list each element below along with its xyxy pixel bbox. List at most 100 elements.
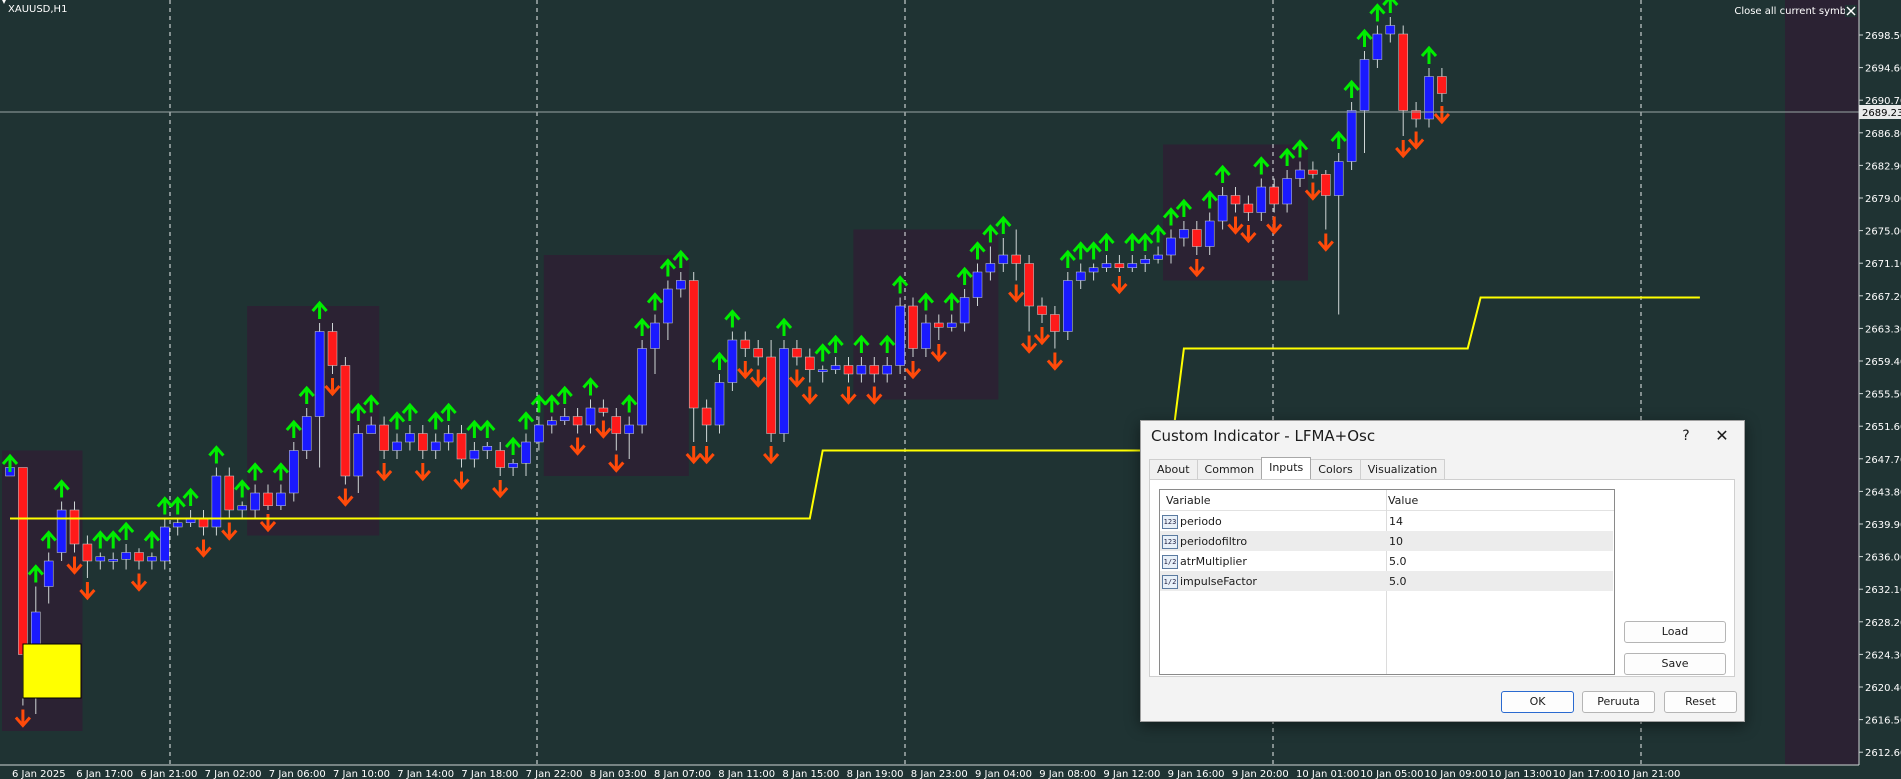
price-label: 2636.00	[1865, 553, 1901, 564]
candle-body	[1153, 254, 1163, 260]
right-shaded-zone	[1785, 0, 1859, 765]
dialog-tabs: About Common Inputs Colors Visualization	[1149, 457, 1446, 480]
param-value[interactable]: 5.0	[1389, 575, 1407, 588]
reset-button[interactable]: Reset	[1664, 691, 1737, 713]
candle-body	[611, 416, 622, 434]
tab-inputs[interactable]: Inputs	[1261, 457, 1312, 480]
symbol-label: XAUUSD,H1	[8, 4, 67, 15]
buy-arrow	[1343, 79, 1360, 98]
param-row[interactable]: 1/2 atrMultiplier 5.0	[1160, 551, 1613, 571]
load-button[interactable]: Load	[1624, 621, 1726, 643]
close-icon[interactable]: ✕	[1707, 425, 1737, 447]
param-value[interactable]: 10	[1389, 535, 1403, 548]
price-label: 2624.30	[1865, 650, 1901, 661]
buy-arrow	[1330, 130, 1347, 149]
candle-body	[1204, 220, 1215, 247]
sell-arrow	[737, 361, 754, 380]
buy-arrow	[1072, 241, 1089, 260]
time-label: 9 Jan 04:00	[975, 769, 1032, 779]
candle-body	[1024, 263, 1034, 307]
time-label: 10 Jan 09:00	[1424, 769, 1487, 779]
cancel-button[interactable]: Peruuta	[1582, 691, 1655, 713]
sell-arrow	[195, 539, 212, 558]
tab-common[interactable]: Common	[1196, 459, 1263, 480]
time-label: 7 Jan 10:00	[333, 769, 390, 779]
price-label: 2655.50	[1865, 390, 1901, 401]
sell-arrow	[453, 471, 470, 490]
buy-arrow	[466, 419, 483, 438]
time-label: 8 Jan 23:00	[911, 769, 968, 779]
candle-body	[663, 288, 673, 324]
param-row[interactable]: 1/2 impulseFactor 5.0	[1160, 571, 1613, 591]
current-price-text: 2689.23	[1862, 108, 1901, 119]
sell-arrow	[750, 369, 767, 388]
param-value[interactable]: 5.0	[1389, 555, 1407, 568]
candle-body	[314, 331, 325, 417]
candle-body	[56, 509, 67, 553]
candle-body	[701, 407, 712, 426]
candle-body	[753, 348, 763, 358]
price-label: 2616.50	[1865, 716, 1901, 727]
buy-arrow	[504, 436, 522, 455]
candle-body	[792, 348, 802, 358]
param-name: atrMultiplier	[1180, 555, 1247, 568]
candle-body	[779, 348, 789, 434]
param-row[interactable]: 123 periodo 14	[1160, 511, 1613, 531]
candle-body	[1063, 280, 1073, 332]
buy-arrow	[1382, 0, 1399, 13]
candle-body	[843, 365, 854, 375]
candle-body	[43, 560, 54, 587]
tab-colors[interactable]: Colors	[1310, 459, 1361, 480]
custom-indicator-dialog[interactable]: Custom Indicator - LFMA+Osc ? ✕ About Co…	[1140, 420, 1745, 722]
candle-body	[147, 556, 157, 562]
time-label: 9 Jan 12:00	[1103, 769, 1160, 779]
candle-body	[998, 254, 1009, 264]
candle-body	[379, 424, 389, 451]
candle-body	[1011, 254, 1021, 264]
buy-arrow	[92, 530, 109, 549]
price-label: 2628.20	[1865, 618, 1901, 629]
candle-body	[289, 450, 299, 494]
candle-body	[1140, 259, 1150, 264]
sell-arrow	[221, 522, 238, 541]
buy-arrow	[517, 411, 535, 430]
candle-body	[1256, 186, 1267, 213]
integer-param-icon: 123	[1162, 535, 1178, 549]
price-label: 2671.10	[1865, 259, 1901, 270]
time-label: 6 Jan 17:00	[76, 769, 133, 779]
candle-body	[946, 322, 957, 328]
sell-arrow	[1111, 276, 1128, 295]
buy-arrow	[182, 487, 199, 506]
candle-body	[134, 552, 144, 562]
candle-body	[830, 365, 841, 370]
help-button[interactable]: ?	[1671, 425, 1701, 447]
candle-body	[69, 509, 80, 545]
candle-body	[714, 382, 725, 426]
candle-body	[1088, 267, 1099, 273]
tab-visualization[interactable]: Visualization	[1359, 459, 1446, 480]
param-value[interactable]: 14	[1389, 515, 1403, 528]
candle-body	[1269, 186, 1279, 205]
sell-arrow	[1008, 284, 1025, 303]
inputs-grid[interactable]: Variable Value 123 periodo 14 123 period…	[1159, 489, 1615, 675]
candle-body	[585, 407, 596, 426]
buy-arrow	[169, 496, 186, 515]
candle-body	[972, 271, 983, 298]
candle-body	[1308, 169, 1318, 175]
close-icon[interactable]	[1845, 5, 1857, 17]
param-row[interactable]: 123 periodofiltro 10	[1160, 531, 1613, 551]
price-label: 2675.00	[1865, 227, 1901, 238]
buy-arrow	[440, 402, 457, 421]
candle-body	[160, 526, 170, 562]
chart-menu-icon[interactable]: ▾	[2, 0, 6, 6]
candle-body	[276, 492, 286, 506]
ok-button[interactable]: OK	[1501, 691, 1574, 713]
time-labels: 6 Jan 2025 6 Jan 17:00 6 Jan 21:00 7 Jan 02…	[12, 769, 1680, 779]
tab-about[interactable]: About	[1149, 459, 1198, 480]
save-button[interactable]: Save	[1624, 653, 1726, 675]
close-all-button[interactable]: Close all current symbol	[1734, 6, 1855, 17]
buy-arrow	[427, 411, 444, 430]
price-label: 2682.90	[1865, 161, 1901, 172]
candle-body	[676, 280, 686, 290]
candle-body	[95, 556, 106, 562]
